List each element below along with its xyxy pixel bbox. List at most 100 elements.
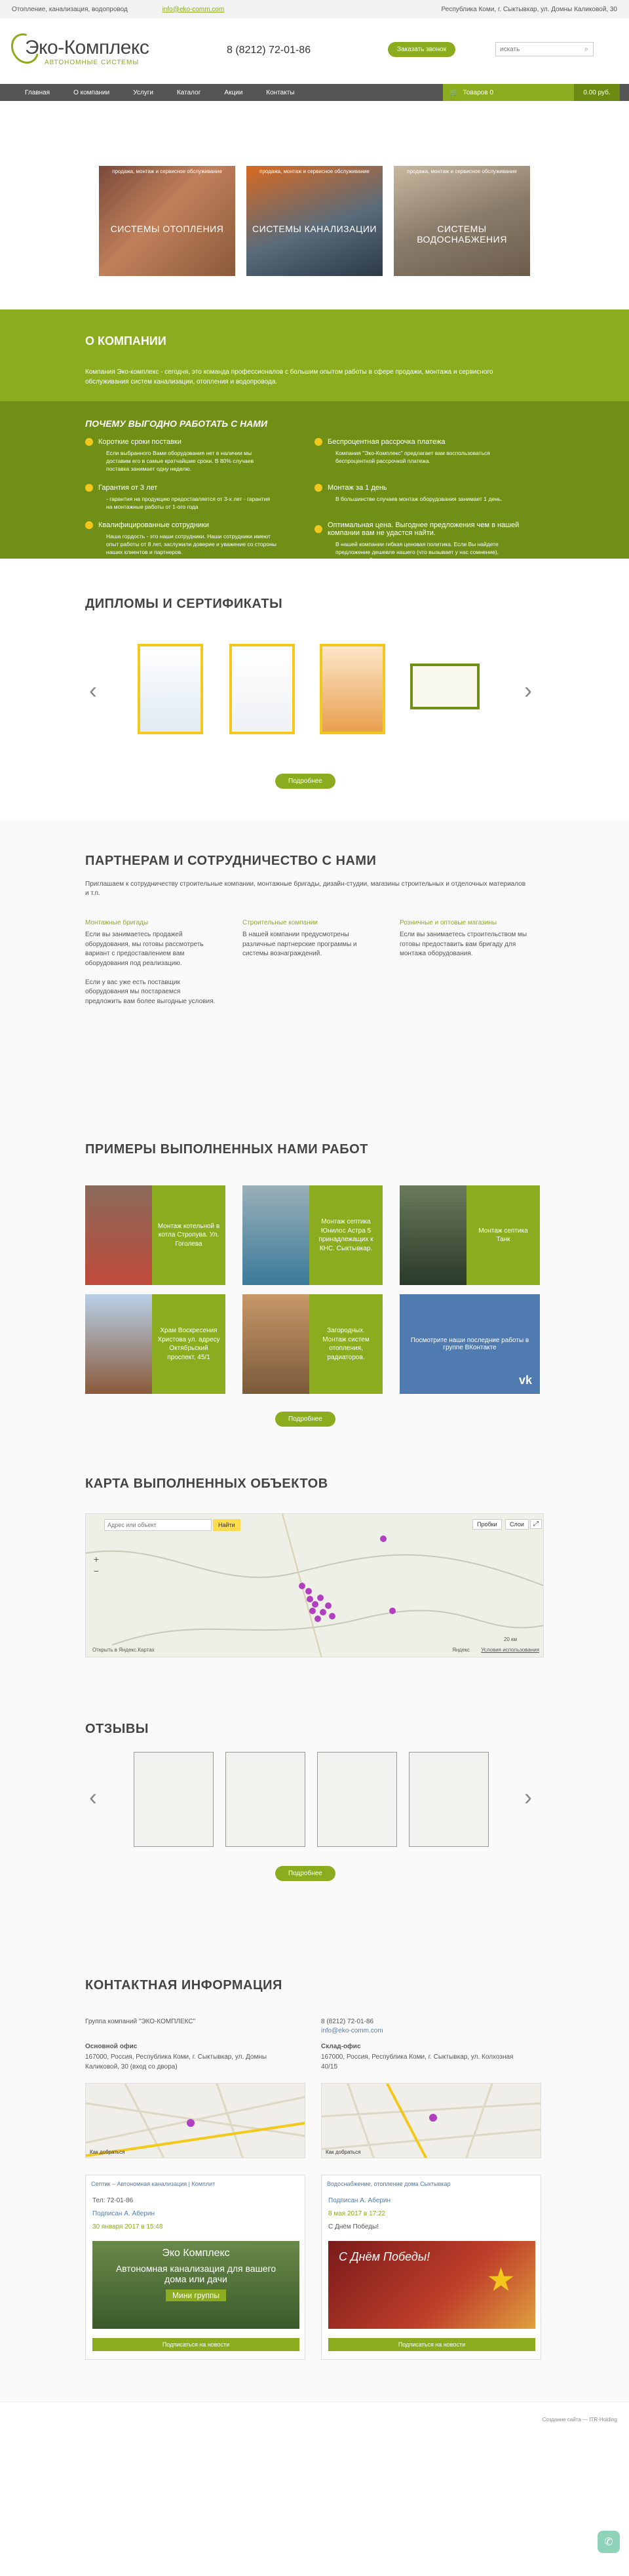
work-card[interactable]: Монтаж септика Танк (400, 1185, 540, 1285)
diploma-card[interactable] (138, 644, 203, 734)
chevron-left-icon[interactable]: ‹ (89, 1783, 97, 1811)
work-image (85, 1294, 152, 1394)
benefit-text: Наша гордость - это наши сотрудники. Наш… (106, 533, 276, 556)
nav-item-about[interactable]: О компании (62, 89, 121, 96)
store-map[interactable]: Как добраться (321, 2083, 541, 2158)
vk-subscribe-button[interactable]: Подписаться на новости (92, 2338, 299, 2351)
vk-post-image[interactable]: Эко Комплекс Автономная канализация для … (92, 2241, 299, 2329)
map-title: КАРТА ВЫПОЛНЕННЫХ ОБЪЕКТОВ (85, 1476, 328, 1491)
work-caption: Монтаж котельной в котла Стропува. Ул. Г… (157, 1222, 220, 1248)
company-group: Группа компаний "ЭКО-КОМПЛЕКС" (85, 2018, 196, 2025)
works-more-button[interactable]: Подробнее (275, 1412, 335, 1427)
office-route-link[interactable]: Как добраться (90, 2149, 124, 2155)
office-map[interactable]: Как добраться (85, 2083, 305, 2158)
benefit-bullet-icon (314, 438, 322, 446)
partner-text: Если вы занимаетесь строительством мы го… (400, 931, 527, 957)
header-phone[interactable]: 8 (8212) 72-01-86 (227, 45, 311, 56)
benefit-item: Гарантия от 3 лет - гарантия на продукци… (85, 483, 314, 511)
nav-item-home[interactable]: Главная (13, 89, 62, 96)
map-section: КАРТА ВЫПОЛНЕННЫХ ОБЪЕКТОВ Найти Пробки … (0, 1437, 629, 1699)
vk-post-image[interactable]: С Днём Победы! ★ (328, 2241, 535, 2329)
map-traffic-button[interactable]: Пробки (472, 1519, 502, 1530)
call-request-button[interactable]: Заказать звонок (388, 42, 455, 57)
vk-group-name[interactable]: Водоснабжение, отопление дома Сыктывкар (322, 2175, 541, 2192)
benefit-bullet-icon (314, 525, 322, 534)
partner-column: Строительные компании В нашей компании п… (242, 919, 373, 959)
partners-intro: Приглашаем к сотрудничеству строительные… (85, 881, 526, 897)
map-layers-button[interactable]: Слои (505, 1519, 529, 1530)
store-address: 167000, Россия, Республика Коми, г. Сыкт… (321, 2053, 514, 2071)
chevron-right-icon[interactable]: › (524, 1783, 532, 1811)
nav-item-promo[interactable]: Акции (212, 89, 254, 96)
work-caption: Монтаж септика Танк (478, 1227, 528, 1244)
map-terms-link[interactable]: Условия использования (481, 1647, 539, 1653)
top-email-link[interactable]: info@eko-comm.com (162, 6, 225, 13)
benefit-text: Если выбранного Вами оборудования нет в … (106, 450, 254, 472)
chevron-left-icon[interactable]: ‹ (89, 677, 97, 704)
store-route-link[interactable]: Как добраться (326, 2149, 360, 2155)
benefit-item: Монтаж за 1 день В большинстве случаев м… (314, 483, 544, 511)
review-card[interactable] (225, 1752, 305, 1847)
partners-title: ПАРТНЕРАМ И СОТРУДНИЧЕСТВО С НАМИ (85, 854, 377, 868)
vk-subscribe-button[interactable]: Подписаться на новости (328, 2338, 535, 2351)
objects-map[interactable]: Найти Пробки Слои ⤢ +− Открыть в Яндекс.… (85, 1513, 544, 1657)
work-card[interactable]: Храм Воскресения Христова ул. адресу Окт… (85, 1294, 225, 1394)
diplomas-section: ДИПЛОМЫ И СЕРТИФИКАТЫ ‹ › Подробнее (0, 559, 629, 821)
search-input[interactable] (496, 45, 580, 53)
phone-icon[interactable]: ✆ (598, 2531, 620, 2553)
vk-card-text: Посмотрите наши последние работы в групп… (410, 1337, 529, 1351)
work-card[interactable]: Монтаж септика Юнилос Астра 5 принадлежа… (242, 1185, 383, 1285)
reviews-more-button[interactable]: Подробнее (275, 1866, 335, 1881)
diploma-card[interactable] (229, 644, 295, 734)
zoom-controls[interactable]: + − (91, 1553, 102, 1577)
benefit-item: Короткие сроки поставки Если выбранного … (85, 438, 314, 473)
work-image (242, 1185, 309, 1285)
work-card[interactable]: Монтаж котельной в котла Стропува. Ул. Г… (85, 1185, 225, 1285)
partner-heading: Розничные и оптовые магазины (400, 919, 497, 926)
benefits-title: ПОЧЕМУ ВЫГОДНО РАБОТАТЬ С НАМИ (85, 418, 268, 429)
vk-group-card[interactable]: Посмотрите наши последние работы в групп… (400, 1294, 540, 1394)
work-image (400, 1185, 467, 1285)
diploma-card[interactable] (410, 664, 480, 709)
cart-icon: 🛒 (449, 89, 458, 96)
system-title: СИСТЕМЫ ОТОПЛЕНИЯ (110, 224, 224, 234)
partner-column: Розничные и оптовые магазины Если вы зан… (400, 919, 531, 959)
review-card[interactable] (409, 1752, 489, 1847)
yandex-brand: Яндекс (452, 1647, 470, 1653)
system-card-water[interactable]: продажа, монтаж и сервисное обслуживание… (394, 166, 530, 276)
diploma-card[interactable] (320, 644, 385, 734)
tagline: Отопление, канализация, водопровод (12, 5, 128, 13)
system-card-sewage[interactable]: продажа, монтаж и сервисное обслуживание… (246, 166, 383, 276)
vk-group-name[interactable]: Септик – Автономная канализация | Компли… (86, 2175, 305, 2192)
chevron-right-icon[interactable]: › (524, 677, 532, 704)
review-card[interactable] (134, 1752, 214, 1847)
map-search-input[interactable] (105, 1522, 183, 1528)
contact-email[interactable]: info@eko-comm.com (321, 2027, 383, 2036)
search-icon[interactable]: ⌕ (580, 45, 593, 54)
partner-heading: Монтажные бригады (85, 919, 149, 926)
nav-item-services[interactable]: Услуги (121, 89, 165, 96)
review-card[interactable] (317, 1752, 397, 1847)
fullscreen-icon[interactable]: ⤢ (530, 1519, 542, 1529)
system-card-heating[interactable]: продажа, монтаж и сервисное обслуживание… (99, 166, 235, 276)
system-caption: продажа, монтаж и сервисное обслуживание (112, 168, 222, 174)
logo[interactable]: Эко-Комплекс АВТОНОМНЫЕ СИСТЕМЫ (5, 28, 162, 69)
nav-item-contacts[interactable]: Контакты (254, 89, 306, 96)
vk-post-date: 30 января 2017 в 15:48 (92, 2223, 163, 2230)
work-image (85, 1185, 152, 1285)
vk-banner-tag: Мини группы (166, 2289, 226, 2301)
cart-total: 0.00 руб. (574, 84, 620, 101)
contact-phone[interactable]: 8 (8212) 72-01-86 (321, 2017, 373, 2027)
work-card[interactable]: Загородных. Монтаж систем отопления, рад… (242, 1294, 383, 1394)
benefit-bullet-icon (314, 483, 322, 492)
cart-widget[interactable]: 🛒 Товаров 0 0.00 руб. (443, 84, 629, 101)
benefit-text: - гарантия на продукцию предоставляется … (106, 495, 271, 510)
vk-post-text: Тел: 72-01-86 (92, 2197, 134, 2204)
diplomas-more-button[interactable]: Подробнее (275, 774, 335, 789)
open-in-yandex-link[interactable]: Открыть в Яндекс.Картах (92, 1647, 155, 1653)
cart-count: Товаров 0 (463, 89, 493, 96)
footer-copyright[interactable]: Создание сайта — ITR-Holding (543, 2417, 617, 2423)
map-scale: 20 км (503, 1636, 517, 1642)
nav-item-catalog[interactable]: Каталог (165, 89, 212, 96)
map-find-button[interactable]: Найти (213, 1519, 240, 1531)
